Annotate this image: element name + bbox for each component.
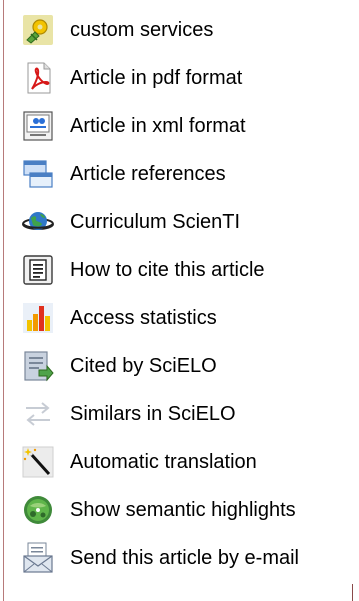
menu-item-access-statistics[interactable]: Access statistics [0, 298, 350, 338]
bar-chart-icon [22, 302, 54, 334]
pdf-icon [22, 62, 54, 94]
menu-item-label: Curriculum ScienTI [70, 211, 241, 233]
menu-item-similars[interactable]: Similars in SciELO [0, 394, 350, 434]
menu-item-label: Similars in SciELO [70, 403, 236, 425]
menu-item-label: Show semantic highlights [70, 499, 296, 521]
arrows-icon [22, 398, 54, 430]
menu-item-label: Article references [70, 163, 226, 185]
menu-item-cited-by[interactable]: Cited by SciELO [0, 346, 350, 386]
menu-item-label: How to cite this article [70, 259, 265, 281]
menu-item-pdf[interactable]: Article in pdf format [0, 58, 350, 98]
document-icon [22, 254, 54, 286]
menu-item-label: Article in xml format [70, 115, 246, 137]
menu-item-label: Access statistics [70, 307, 217, 329]
panel-right-border [352, 584, 353, 601]
magic-wand-icon [22, 446, 54, 478]
menu-item-xml[interactable]: Article in xml format [0, 106, 350, 146]
references-icon [22, 158, 54, 190]
services-panel: custom services Article in pdf format Ar… [0, 0, 356, 601]
menu-item-send-email[interactable]: Send this article by e-mail [0, 538, 350, 578]
menu-item-semantic-highlights[interactable]: Show semantic highlights [0, 490, 350, 530]
menu-item-references[interactable]: Article references [0, 154, 350, 194]
menu-item-label: Article in pdf format [70, 67, 243, 89]
services-icon [22, 14, 54, 46]
menu-item-how-to-cite[interactable]: How to cite this article [0, 250, 350, 290]
cited-icon [22, 350, 54, 382]
menu-item-label: Send this article by e-mail [70, 547, 299, 569]
menu-item-label: Cited by SciELO [70, 355, 217, 377]
xml-icon [22, 110, 54, 142]
menu-item-automatic-translation[interactable]: Automatic translation [0, 442, 350, 482]
menu-item-curriculum[interactable]: Curriculum ScienTI [0, 202, 350, 242]
menu-item-label: Automatic translation [70, 451, 257, 473]
globe-icon [22, 206, 54, 238]
semantic-icon [22, 494, 54, 526]
email-icon [22, 542, 54, 574]
menu-item-label: custom services [70, 19, 214, 41]
menu-item-custom-services[interactable]: custom services [0, 10, 350, 50]
